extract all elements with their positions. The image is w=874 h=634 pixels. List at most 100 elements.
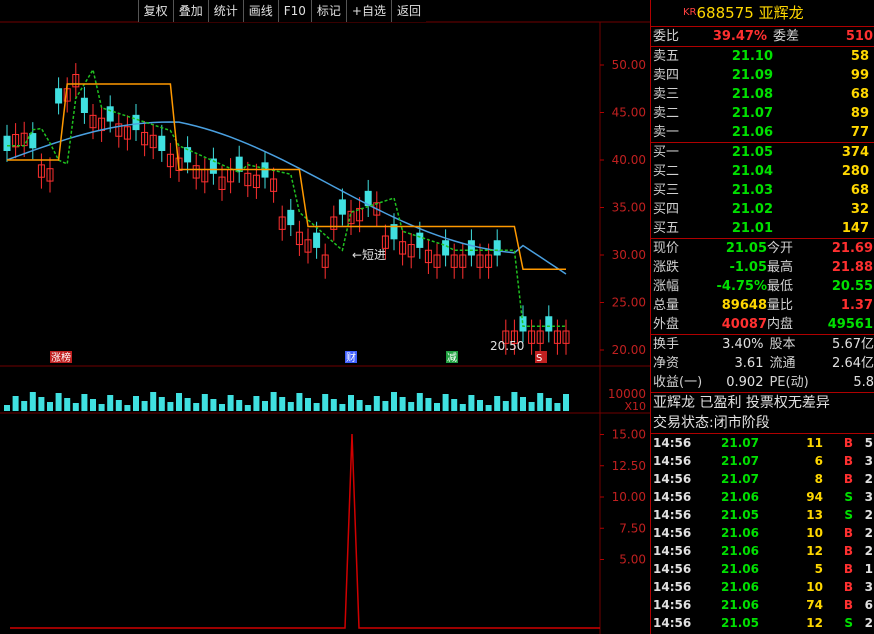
- stat-row: 涨跌 -1.05 最高 21.88: [653, 260, 873, 275]
- volume-bar: [485, 405, 492, 411]
- stat-value: 20.55: [831, 279, 873, 294]
- tick-count: 3: [864, 580, 873, 594]
- asks-price: 21.09: [731, 68, 773, 83]
- tick-list[interactable]: 14:56 21.07 11 B 5 14:56 21.07 6 B 3 14:56 21.07 8 B 2…: [651, 434, 874, 632]
- indicator-tick-label: 12.50: [612, 459, 646, 473]
- quote-panel: KR688575 亚辉龙 委比 39.47% 委差 510 卖五 21.10 58 卖…: [650, 0, 874, 634]
- toolbar-button-2[interactable]: 统计: [207, 0, 243, 22]
- asks-price: 21.07: [731, 106, 773, 121]
- candle-body: [55, 88, 63, 104]
- event-marker-label: 涨榜: [51, 351, 71, 364]
- low-price-annotation: 20.50: [490, 339, 524, 353]
- volume-bar: [477, 400, 483, 411]
- candle-body: [338, 199, 346, 215]
- tick-row: 14:56 21.06 5 B 1: [651, 560, 874, 578]
- tick-volume: 74: [806, 598, 823, 612]
- stat-value: 21.05: [725, 241, 767, 256]
- bids-row: 买四 21.02 32: [651, 200, 874, 219]
- trading-status: 交易状态:闭市阶段: [651, 413, 874, 434]
- volume-bar: [270, 392, 277, 411]
- candle-body: [313, 232, 321, 248]
- toolbar-button-4[interactable]: F10: [277, 0, 311, 22]
- asks-volume: 68: [850, 87, 869, 102]
- kline-chart[interactable]: 50.00 45.00 40.00 35.00 30.00 25.00 20.00 15.00…: [0, 0, 650, 634]
- volume-bar: [81, 394, 88, 411]
- volume-bar: [98, 404, 105, 411]
- ma-line-orange: [7, 83, 566, 270]
- tick-row: 14:56 21.06 74 B 6: [651, 596, 874, 614]
- volume-bar: [219, 404, 225, 411]
- volume-bar: [416, 393, 423, 411]
- tick-row: 14:56 21.06 94 S 3: [651, 488, 874, 506]
- bids-volume: 32: [850, 202, 869, 217]
- bids-row: 买二 21.04 280: [651, 162, 874, 181]
- bids-label: 买四: [653, 202, 680, 217]
- tick-side: S: [844, 508, 853, 522]
- volume-bar: [494, 396, 501, 411]
- tick-price: 21.07: [721, 436, 759, 450]
- bids-row: 买五 21.01 147: [651, 219, 874, 238]
- tick-row: 14:56 21.07 8 B 2: [651, 470, 874, 488]
- volume-bar: [193, 403, 200, 411]
- bids-label: 买二: [653, 164, 680, 179]
- volume-bar: [348, 395, 354, 411]
- price-tick-label: 20.00: [612, 343, 646, 357]
- toolbar-button-1[interactable]: 叠加: [172, 0, 208, 22]
- asks-price: 21.06: [731, 125, 773, 140]
- toolbar-button-5[interactable]: 标记: [310, 0, 346, 22]
- asks-volume: 77: [850, 125, 869, 140]
- volume-bar: [227, 395, 234, 411]
- asks-row: 卖二 21.07 89: [651, 104, 874, 123]
- tick-side: B: [843, 544, 853, 558]
- tick-row: 14:56 21.05 13 S 2: [651, 506, 874, 524]
- asks-row: 卖五 21.10 58: [651, 47, 874, 66]
- volume-bar: [563, 394, 569, 411]
- tick-row: 14:56 21.07 6 B 3: [651, 452, 874, 470]
- volume-bar: [451, 399, 458, 411]
- toolbar-button-3[interactable]: 画线: [242, 0, 278, 22]
- volume-bar: [29, 392, 36, 411]
- volume-bar: [201, 394, 208, 411]
- asks-label: 卖二: [653, 106, 680, 121]
- price-tick-label: 45.00: [612, 106, 646, 120]
- price-tick-label: 50.00: [612, 58, 646, 72]
- tick-count: 2: [864, 508, 873, 522]
- fundamentals: 换手 3.40% 股本 5.67亿 净资 3.61 流通 2.64亿 收益(一) 0.902 PE(…: [651, 335, 874, 393]
- tick-side: B: [843, 598, 853, 612]
- tick-time: 14:56: [653, 508, 692, 522]
- toolbar-button-6[interactable]: +自选: [345, 0, 391, 22]
- toolbar-button-0[interactable]: 复权: [137, 0, 173, 22]
- volume-bar: [236, 400, 243, 411]
- volume-bar: [262, 401, 268, 411]
- volume-bar: [554, 403, 561, 411]
- volume-bar: [158, 397, 165, 411]
- volume-bar: [133, 396, 139, 411]
- order-ratio-row: 委比 39.47% 委差 510: [651, 27, 874, 47]
- volume-bar: [124, 405, 131, 411]
- order-ratio: 39.47%: [712, 29, 767, 44]
- volume-bar: [356, 400, 363, 411]
- event-marker-label: 减: [447, 352, 457, 364]
- tick-price: 21.06: [721, 598, 759, 612]
- tick-side: B: [843, 472, 853, 486]
- tick-time: 14:56: [653, 616, 692, 630]
- stat-row: 外盘 40087 内盘 49561: [653, 317, 873, 332]
- stat-value: 21.69: [831, 241, 873, 256]
- asks-price: 21.10: [731, 49, 773, 64]
- volume-bar: [176, 393, 182, 411]
- volume-bar: [425, 398, 432, 411]
- bids-volume: 280: [841, 164, 869, 179]
- volume-bar: [47, 402, 53, 411]
- indicator-tick-label: 15.00: [612, 428, 646, 442]
- volume-bar: [305, 398, 311, 411]
- kline-chart-area[interactable]: 50.00 45.00 40.00 35.00 30.00 25.00 20.00 15.00…: [0, 0, 650, 634]
- toolbar-button-7[interactable]: 返回: [390, 0, 426, 22]
- indicator-tick-label: 10.00: [612, 490, 646, 504]
- indicator-line: [10, 433, 600, 629]
- price-tick-label: 40.00: [612, 153, 646, 167]
- volume-bar: [64, 398, 71, 411]
- candle-body: [493, 240, 501, 256]
- event-marker-label: S: [536, 353, 542, 364]
- candle-body: [442, 240, 450, 256]
- order-diff: 510: [845, 29, 873, 44]
